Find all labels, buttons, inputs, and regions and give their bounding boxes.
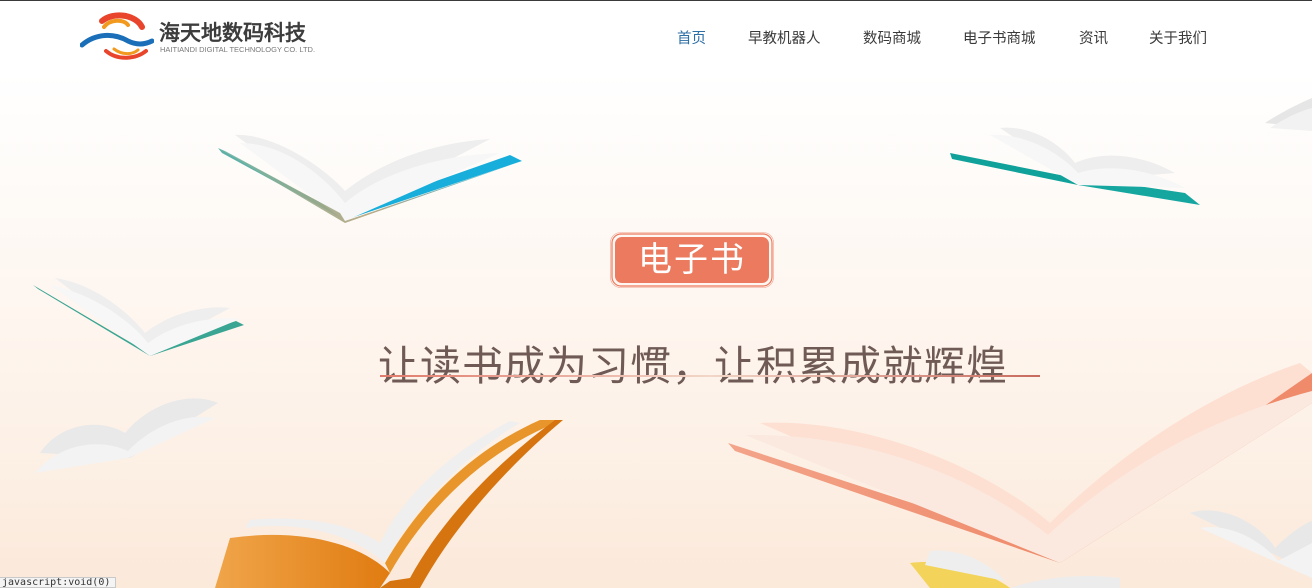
book-yellow <box>910 550 1120 588</box>
nav-item-about-us[interactable]: 关于我们 <box>1149 27 1207 48</box>
badge-label: 电子书 <box>638 240 746 280</box>
main-navigation: 首页 早教机器人 数码商城 电子书商城 资讯 关于我们 <box>0 27 1312 51</box>
nav-item-ebook-store[interactable]: 电子书商城 <box>963 27 1036 48</box>
book-grey-top-right <box>1265 98 1312 131</box>
book-teal-left <box>33 278 244 356</box>
hero-slogan: 让读书成为习惯，让积累成就辉煌 <box>378 342 1008 391</box>
browser-status-bar: javascript:void(0) <box>0 577 116 588</box>
site-header: 海天地数码科技 HAITIANDI DIGITAL TECHNOLOGY CO.… <box>0 1 1312 73</box>
book-teal-right <box>950 127 1200 205</box>
nav-item-news[interactable]: 资讯 <box>1079 27 1108 48</box>
nav-item-early-education-robot[interactable]: 早教机器人 <box>748 27 821 48</box>
book-orange <box>215 420 563 588</box>
flying-books-illustration <box>33 98 1312 588</box>
nav-item-digital-store[interactable]: 数码商城 <box>863 27 921 48</box>
nav-item-home[interactable]: 首页 <box>677 27 706 48</box>
book-grey-bottom-right <box>1190 510 1312 578</box>
hero-banner[interactable]: 电子书 让读书成为习惯，让积累成就辉煌 <box>0 73 1312 588</box>
slogan-underline <box>380 375 1040 377</box>
ebook-badge: 电子书 <box>610 232 774 288</box>
book-grey-left <box>35 398 218 473</box>
book-blue <box>218 134 522 223</box>
